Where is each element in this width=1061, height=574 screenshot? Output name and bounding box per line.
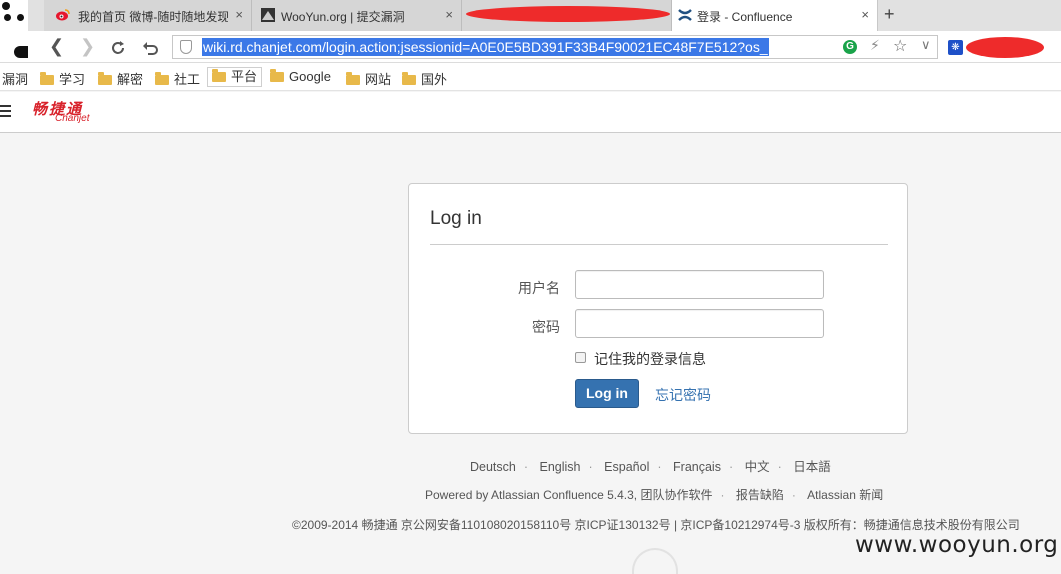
bookmark-label: 国外	[421, 72, 448, 87]
confluence-icon	[678, 9, 692, 21]
redaction-mark	[466, 6, 670, 22]
remember-me-checkbox[interactable]	[575, 352, 586, 363]
baidu-paw-icon[interactable]: ❋	[948, 40, 963, 55]
login-button[interactable]: Log in	[575, 379, 639, 408]
folder-icon	[212, 69, 226, 82]
wooyun-watermark-logo-icon	[632, 548, 678, 574]
folder-icon	[40, 72, 54, 85]
weibo-icon	[56, 9, 70, 21]
language-link[interactable]: English	[540, 460, 581, 474]
password-field[interactable]	[575, 309, 824, 338]
bookmark-folder[interactable]: 网站	[346, 69, 391, 88]
username-label: 用户名	[518, 280, 560, 296]
powered-by-link[interactable]: Powered by Atlassian Confluence 5.4.3, 团…	[425, 488, 712, 502]
folder-icon	[402, 72, 416, 85]
folder-icon	[98, 72, 112, 85]
tab-label: WooYun.org | 提交漏洞	[281, 10, 405, 24]
tab-label: 登录 - Confluence	[697, 10, 793, 24]
folder-icon	[346, 72, 360, 85]
tab-wooyun[interactable]: WooYun.org | 提交漏洞 ×	[252, 0, 462, 31]
page-header: 畅捷通 Chanjet	[0, 92, 1061, 133]
language-link[interactable]: Español	[604, 460, 649, 474]
bookmark-folder[interactable]: 学习	[40, 69, 85, 88]
tab-weibo[interactable]: 我的首页 微博-随时随地发现 ×	[44, 0, 252, 31]
reload-icon[interactable]	[109, 39, 127, 57]
powered-by-line: Powered by Atlassian Confluence 5.4.3, 团…	[425, 488, 884, 502]
username-field[interactable]	[575, 270, 824, 299]
menu-icon[interactable]	[0, 105, 11, 120]
extension-g-icon[interactable]: G	[843, 40, 857, 54]
password-label: 密码	[532, 319, 560, 335]
bookmarks-bar: 漏洞 学习 解密 社工 平台 Google 网站 国外	[0, 63, 1061, 91]
new-tab-button[interactable]: +	[884, 4, 895, 25]
language-link[interactable]: 日本語	[793, 460, 831, 474]
atlassian-news-link[interactable]: Atlassian 新闻	[807, 488, 883, 502]
tab-label: 我的首页 微博-随时随地发现	[78, 10, 228, 24]
bookmark-folder[interactable]: 国外	[402, 69, 447, 88]
tab-close-icon[interactable]: ×	[235, 7, 243, 22]
wooyun-icon	[261, 8, 275, 22]
bookmark-label: 学习	[59, 72, 86, 87]
url-text[interactable]: wiki.rd.chanjet.com/login.action;jsessio…	[202, 38, 769, 56]
remember-me-label[interactable]: 记住我的登录信息	[594, 349, 706, 369]
browser-tabstrip: 我的首页 微博-随时随地发现 × WooYun.org | 提交漏洞 × 登录 …	[0, 0, 1061, 31]
language-link[interactable]: Français	[673, 460, 721, 474]
divider	[430, 244, 888, 245]
undo-icon[interactable]	[141, 39, 159, 57]
folder-icon	[270, 69, 284, 82]
address-bar[interactable]: wiki.rd.chanjet.com/login.action;jsessio…	[172, 35, 938, 59]
tab-confluence-login[interactable]: 登录 - Confluence ×	[672, 0, 878, 31]
login-panel: Log in 用户名 密码 记住我的登录信息 Log in 忘记密码	[408, 183, 908, 434]
back-icon[interactable]: ❮	[49, 36, 64, 57]
chevron-down-icon[interactable]: ∨	[921, 37, 931, 53]
shield-icon	[180, 40, 192, 54]
bookmark-label: Google	[289, 69, 331, 84]
bookmark-label: 网站	[365, 72, 392, 87]
bookmark-star-icon[interactable]: ☆	[893, 36, 907, 56]
bolt-icon[interactable]: ⚡	[870, 37, 880, 54]
folder-icon	[155, 72, 169, 85]
bookmark-folder[interactable]: 社工	[155, 69, 200, 88]
panda-mascot-icon	[0, 0, 28, 60]
bookmark-label: 平台	[231, 69, 258, 84]
forward-icon[interactable]: ❯	[80, 36, 95, 57]
redaction-mark	[966, 37, 1044, 58]
browser-toolbar: ❮ ❯ wiki.rd.chanjet.com/login.action;jse…	[0, 31, 1061, 63]
language-link[interactable]: Deutsch	[470, 460, 516, 474]
tab-redacted[interactable]	[462, 0, 672, 31]
tab-close-icon[interactable]: ×	[861, 7, 869, 22]
bookmark-label: 社工	[174, 72, 201, 87]
bookmark-folder[interactable]: 解密	[98, 69, 143, 88]
bookmark-item[interactable]: 漏洞	[2, 69, 28, 88]
report-bug-link[interactable]: 报告缺陷	[736, 488, 784, 502]
copyright-text: ©2009-2014 畅捷通 京公网安备110108020158110号 京IC…	[292, 518, 1020, 532]
tab-close-icon[interactable]: ×	[445, 7, 453, 22]
bookmark-label: 解密	[117, 72, 144, 87]
bookmark-folder[interactable]: 平台	[207, 67, 263, 87]
chanjet-logo-subtitle: Chanjet	[55, 113, 90, 124]
page-title: Log in	[430, 208, 482, 229]
watermark-text: www.wooyun.org	[855, 532, 1059, 558]
language-selector: Deutsch · English · Español · Français · 中文 ·…	[470, 460, 831, 474]
forgot-password-link[interactable]: 忘记密码	[655, 385, 711, 405]
bookmark-folder[interactable]: Google	[270, 69, 331, 84]
language-link[interactable]: 中文	[745, 460, 770, 474]
